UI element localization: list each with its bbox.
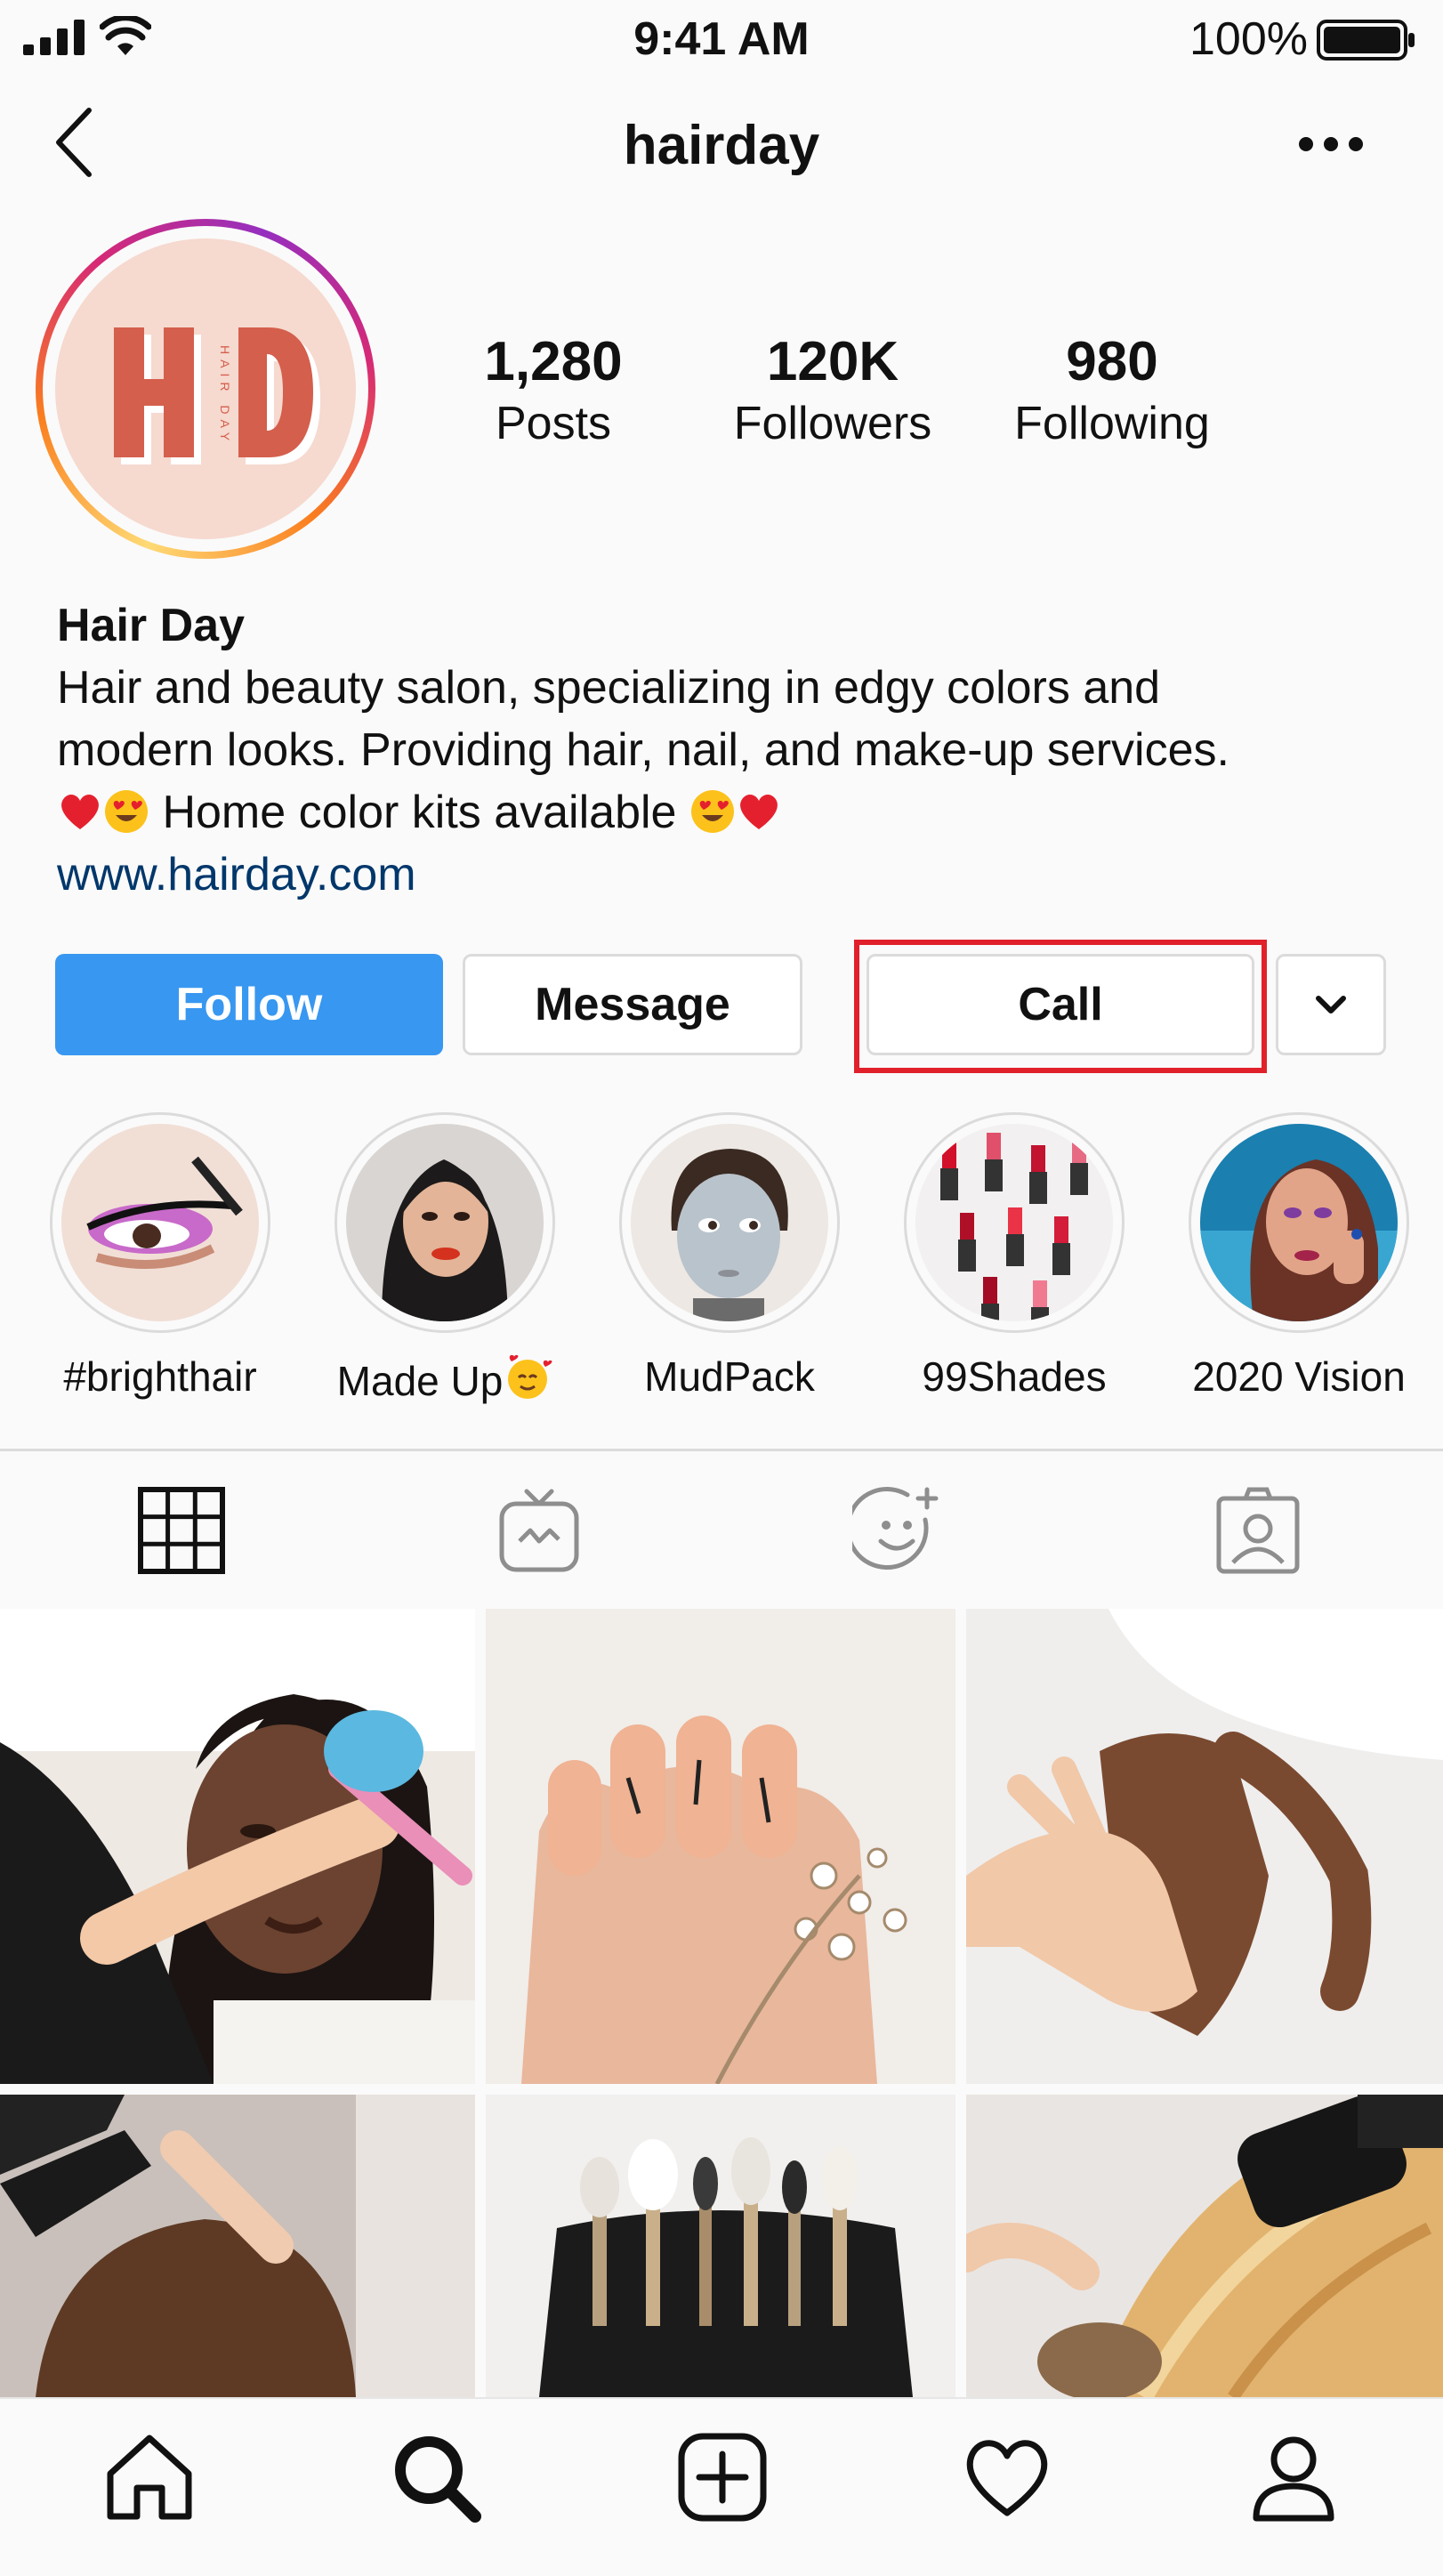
posts-label: Posts <box>495 398 612 449</box>
more-options-button[interactable] <box>1297 133 1365 155</box>
svg-text:HAIR DAY: HAIR DAY <box>218 345 232 446</box>
highlight-label: #brighthair <box>63 1353 257 1400</box>
highlight-cover-portrait <box>346 1124 544 1321</box>
hairday-logo: HAIR DAY <box>114 327 320 464</box>
highlight-ring <box>904 1112 1125 1333</box>
page-title: hairday <box>623 115 820 176</box>
highlight-99shades[interactable]: 99Shades <box>881 1112 1148 1401</box>
grid-post-hand-massage[interactable] <box>966 1609 1443 2084</box>
bio-line-3: Home color kits available <box>57 781 1391 844</box>
red-heart-icon <box>61 795 99 829</box>
highlight-ring <box>335 1112 555 1333</box>
add-icon[interactable] <box>676 2431 769 2524</box>
stat-followers[interactable]: 120K Followers <box>712 329 954 452</box>
heart-eyes-icon <box>690 790 734 833</box>
highlight-cover-face-mask <box>631 1124 828 1321</box>
highlight-label-row: Made Up <box>311 1353 578 1405</box>
following-count: 980 <box>1066 331 1158 392</box>
profile-avatar[interactable]: HAIR DAY <box>36 219 375 559</box>
grid-post-makeup-brush[interactable] <box>0 1609 475 2084</box>
followers-count: 120K <box>766 331 899 392</box>
suggested-accounts-button[interactable] <box>1276 954 1386 1055</box>
highlight-label: 2020 Vision <box>1192 1353 1406 1400</box>
profile-name: Hair Day <box>57 600 245 651</box>
following-label: Following <box>1014 398 1210 449</box>
tagged-icon[interactable] <box>1213 1486 1302 1575</box>
highlight-cover-lipsticks <box>915 1124 1113 1321</box>
chevron-down-icon <box>1316 996 1346 1013</box>
highlight-ring <box>1189 1112 1409 1333</box>
igtv-icon[interactable] <box>495 1486 584 1575</box>
follow-button[interactable]: Follow <box>55 954 443 1055</box>
battery-icon <box>1317 20 1415 61</box>
grid-post-blow-dry[interactable] <box>0 2095 475 2397</box>
status-bar: 9:41 AM 100% <box>0 0 1443 85</box>
highlight-mudpack[interactable]: MudPack <box>596 1112 863 1401</box>
grid-post-nails[interactable] <box>486 1609 955 2084</box>
profile-bio: Hair Day Hair and beauty salon, speciali… <box>57 594 1391 906</box>
smiley-icon[interactable] <box>852 1486 941 1575</box>
bio-line-1: Hair and beauty salon, specializing in e… <box>57 662 1161 714</box>
followers-label: Followers <box>733 398 932 449</box>
website-link[interactable]: www.hairday.com <box>57 844 1391 906</box>
red-heart-icon <box>740 795 778 829</box>
highlight-cover-blue-portrait <box>1200 1124 1398 1321</box>
highlight-2020-vision[interactable]: 2020 Vision <box>1165 1112 1432 1401</box>
battery-percent: 100% <box>1189 13 1308 65</box>
grid-icon[interactable] <box>137 1486 226 1575</box>
heart-icon[interactable] <box>961 2431 1053 2524</box>
profile-icon[interactable] <box>1247 2431 1340 2524</box>
tabs-divider <box>0 1449 1443 1451</box>
highlight-label: 99Shades <box>922 1353 1107 1400</box>
search-icon[interactable] <box>390 2431 482 2524</box>
grid-post-hair-dryer[interactable] <box>966 2095 1443 2397</box>
avatar-logo: HAIR DAY <box>55 238 356 539</box>
instagram-profile-screen: 9:41 AM 100% hairday HAIR DAY 1,280 Post… <box>0 0 1443 2576</box>
highlight-cover-eye-makeup <box>61 1124 259 1321</box>
bio-line-3-text: Home color kits available <box>162 787 677 838</box>
highlight-made-up[interactable]: Made Up <box>311 1112 578 1405</box>
stat-following[interactable]: 980 Following <box>991 329 1233 452</box>
bio-line-2: modern looks. Providing hair, nail, and … <box>57 724 1229 776</box>
call-button[interactable]: Call <box>867 954 1254 1055</box>
smiling-hearts-icon <box>508 1354 552 1399</box>
bottom-tab-bar <box>0 2397 1443 2576</box>
highlight-label: Made Up <box>336 1358 504 1404</box>
message-button[interactable]: Message <box>463 954 802 1055</box>
highlight-label: MudPack <box>644 1353 815 1400</box>
highlight-ring <box>619 1112 840 1333</box>
grid-post-brushes[interactable] <box>486 2095 955 2397</box>
heart-eyes-icon <box>105 790 148 833</box>
home-icon[interactable] <box>103 2431 196 2524</box>
highlight-ring <box>50 1112 270 1333</box>
stat-posts[interactable]: 1,280 Posts <box>455 329 651 452</box>
highlight-brighthair[interactable]: #brighthair <box>27 1112 294 1401</box>
posts-count: 1,280 <box>484 331 623 392</box>
